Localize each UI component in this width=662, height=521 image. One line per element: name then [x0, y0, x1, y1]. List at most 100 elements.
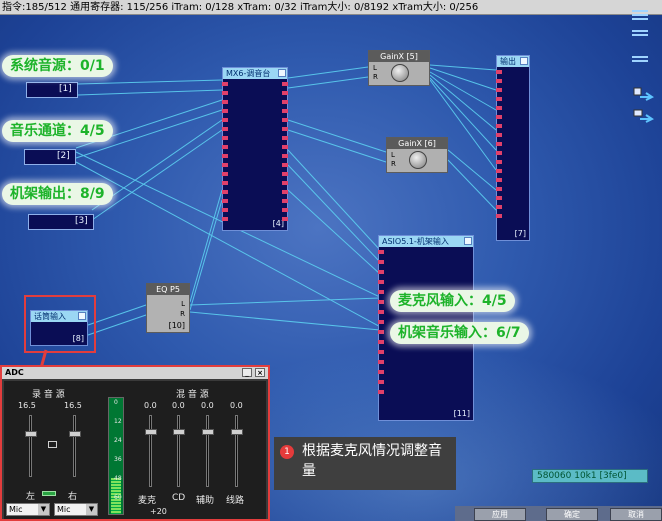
export-icon[interactable]: [632, 108, 654, 123]
source-block-2[interactable]: [2]: [24, 149, 76, 165]
port-pin[interactable]: [378, 250, 384, 254]
port-pin[interactable]: [282, 145, 288, 149]
mix-line-slider[interactable]: [231, 429, 243, 435]
collapse-icon[interactable]: [278, 69, 286, 77]
record-left-slider[interactable]: [25, 431, 37, 437]
port-pin[interactable]: [496, 124, 502, 128]
menu-icon[interactable]: [632, 56, 648, 65]
port-pin[interactable]: [496, 142, 502, 146]
port-pin[interactable]: [222, 82, 228, 86]
port-pin[interactable]: [378, 310, 384, 314]
gain-block-6[interactable]: GainX [6] LR: [386, 137, 448, 173]
ok-button[interactable]: 确定: [546, 508, 598, 521]
port-pin[interactable]: [222, 199, 228, 203]
port-pin[interactable]: [282, 82, 288, 86]
port-pin[interactable]: [282, 154, 288, 158]
port-pin[interactable]: [222, 118, 228, 122]
mix-aux-slider[interactable]: [202, 429, 214, 435]
port-pin[interactable]: [378, 320, 384, 324]
port-pin[interactable]: [282, 217, 288, 221]
port-pin[interactable]: [222, 217, 228, 221]
port-pin[interactable]: [378, 360, 384, 364]
source-block-1[interactable]: [1]: [26, 82, 78, 98]
port-pin[interactable]: [282, 127, 288, 131]
port-pin[interactable]: [496, 178, 502, 182]
menu-icon[interactable]: [632, 30, 648, 39]
link-channels-icon[interactable]: [48, 441, 57, 448]
port-pin[interactable]: [222, 91, 228, 95]
apply-button[interactable]: 应用: [474, 508, 526, 521]
close-icon[interactable]: ×: [255, 368, 265, 377]
port-pin[interactable]: [496, 214, 502, 218]
port-pin[interactable]: [222, 100, 228, 104]
minimize-icon[interactable]: _: [242, 368, 252, 377]
port-pin[interactable]: [222, 109, 228, 113]
port-pin[interactable]: [378, 330, 384, 334]
port-pin[interactable]: [222, 181, 228, 185]
output-block[interactable]: 输出 [7]: [496, 55, 530, 241]
port-pin[interactable]: [378, 290, 384, 294]
adc-mixer-panel: ADC _ × 录 音 源 混 音 源 16.5 16.5 左 右 Mic ▼ M…: [0, 365, 270, 521]
mix-cd-slider[interactable]: [173, 429, 185, 435]
boost-label[interactable]: +20: [150, 507, 167, 516]
gain-knob[interactable]: [409, 151, 427, 169]
cancel-button[interactable]: 取消: [610, 508, 662, 521]
mx6-mixer-block[interactable]: MX6-调音台 [4]: [222, 67, 288, 231]
port-pin[interactable]: [222, 190, 228, 194]
port-pin[interactable]: [378, 260, 384, 264]
record-right-slider[interactable]: [69, 431, 81, 437]
port-pin[interactable]: [496, 97, 502, 101]
port-pin[interactable]: [378, 340, 384, 344]
port-pin[interactable]: [282, 181, 288, 185]
record-left-select[interactable]: Mic ▼: [6, 503, 50, 516]
address-readout: 580060 10k1 [3fe0]: [532, 469, 648, 483]
port-pin[interactable]: [222, 172, 228, 176]
port-pin[interactable]: [222, 127, 228, 131]
port-pin[interactable]: [378, 270, 384, 274]
port-pin[interactable]: [378, 300, 384, 304]
port-pin[interactable]: [378, 280, 384, 284]
port-pin[interactable]: [282, 91, 288, 95]
port-pin[interactable]: [496, 133, 502, 137]
port-pin[interactable]: [282, 109, 288, 113]
mix-mic-slider[interactable]: [145, 429, 157, 435]
port-pin[interactable]: [496, 187, 502, 191]
port-pin[interactable]: [282, 100, 288, 104]
collapse-icon[interactable]: [464, 237, 472, 245]
port-pin[interactable]: [496, 205, 502, 209]
port-pin[interactable]: [496, 88, 502, 92]
gain-knob[interactable]: [391, 64, 409, 82]
port-pin[interactable]: [282, 136, 288, 140]
port-pin[interactable]: [222, 163, 228, 167]
port-pin[interactable]: [378, 350, 384, 354]
port-pin[interactable]: [496, 79, 502, 83]
port-pin[interactable]: [496, 115, 502, 119]
port-pin[interactable]: [222, 208, 228, 212]
gain-block-5[interactable]: GainX [5] LR: [368, 50, 430, 86]
port-pin[interactable]: [378, 380, 384, 384]
port-pin[interactable]: [496, 106, 502, 110]
port-pin[interactable]: [282, 208, 288, 212]
port-pin[interactable]: [222, 154, 228, 158]
port-pin[interactable]: [282, 172, 288, 176]
source-block-3[interactable]: [3]: [28, 214, 94, 230]
port-pin[interactable]: [222, 136, 228, 140]
record-link-toggle[interactable]: [42, 491, 56, 496]
port-pin[interactable]: [282, 118, 288, 122]
menu-icon[interactable]: [632, 10, 648, 20]
record-right-select[interactable]: Mic ▼: [54, 503, 98, 516]
port-pin[interactable]: [496, 196, 502, 200]
port-pin[interactable]: [378, 370, 384, 374]
port-pin[interactable]: [378, 390, 384, 394]
import-icon[interactable]: [632, 86, 654, 101]
port-pin[interactable]: [496, 151, 502, 155]
port-pin[interactable]: [282, 163, 288, 167]
port-pin[interactable]: [496, 70, 502, 74]
port-pin[interactable]: [282, 190, 288, 194]
port-pin[interactable]: [222, 145, 228, 149]
eq-block[interactable]: EQ P5 LR [10]: [146, 283, 190, 333]
collapse-icon[interactable]: [520, 57, 528, 65]
port-pin[interactable]: [496, 160, 502, 164]
port-pin[interactable]: [282, 199, 288, 203]
port-pin[interactable]: [496, 169, 502, 173]
